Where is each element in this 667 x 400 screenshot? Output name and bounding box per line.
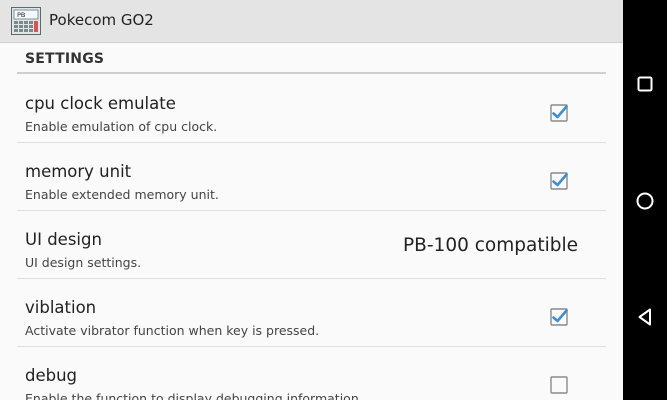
home-circle-icon <box>636 192 654 210</box>
setting-title: viblation <box>25 298 97 317</box>
settings-section-header: SETTINGS <box>25 51 105 67</box>
setting-summary: Activate vibrator function when key is p… <box>25 323 320 338</box>
row-divider <box>17 278 606 279</box>
setting-summary: UI design settings. <box>25 255 142 270</box>
action-bar: PB Pokecom GO2 <box>0 0 623 43</box>
setting-summary: Enable extended memory unit. <box>25 187 219 202</box>
setting-title: UI design <box>25 230 102 249</box>
row-divider <box>17 142 606 143</box>
setting-ui-design[interactable]: UI design UI design settings. PB-100 com… <box>0 212 623 279</box>
settings-screen: PB Pokecom GO2 SETTINGS cpu clock emulat… <box>0 0 623 400</box>
section-divider <box>17 72 606 74</box>
setting-viblation[interactable]: viblation Activate vibrator function whe… <box>0 280 623 347</box>
setting-debug[interactable]: debug Enable the function to display deb… <box>0 348 623 400</box>
setting-title: debug <box>25 366 78 385</box>
setting-title: memory unit <box>25 162 132 181</box>
back-button[interactable] <box>623 295 667 339</box>
svg-text:PB: PB <box>17 11 25 19</box>
pocket-computer-app-icon: PB <box>11 7 41 35</box>
checkbox-checked-icon[interactable] <box>550 104 568 122</box>
recents-square-icon <box>637 76 653 92</box>
app-title: Pokecom GO2 <box>49 11 154 29</box>
setting-summary: Enable emulation of cpu clock. <box>25 119 218 134</box>
checkbox-unchecked-icon[interactable] <box>550 376 568 394</box>
checkbox-checked-icon[interactable] <box>550 172 568 190</box>
row-divider <box>17 210 606 211</box>
setting-title: cpu clock emulate <box>25 94 176 113</box>
setting-summary: Enable the function to display debugging… <box>25 391 363 400</box>
recents-button[interactable] <box>623 62 667 106</box>
system-navigation-bar <box>623 0 667 400</box>
setting-memory-unit[interactable]: memory unit Enable extended memory unit. <box>0 144 623 211</box>
setting-value: PB-100 compatible <box>403 235 578 256</box>
checkbox-checked-icon[interactable] <box>550 308 568 326</box>
home-button[interactable] <box>623 179 667 223</box>
row-divider <box>17 346 606 347</box>
back-triangle-icon <box>638 308 651 326</box>
setting-cpu-clock-emulate[interactable]: cpu clock emulate Enable emulation of cp… <box>0 76 623 143</box>
